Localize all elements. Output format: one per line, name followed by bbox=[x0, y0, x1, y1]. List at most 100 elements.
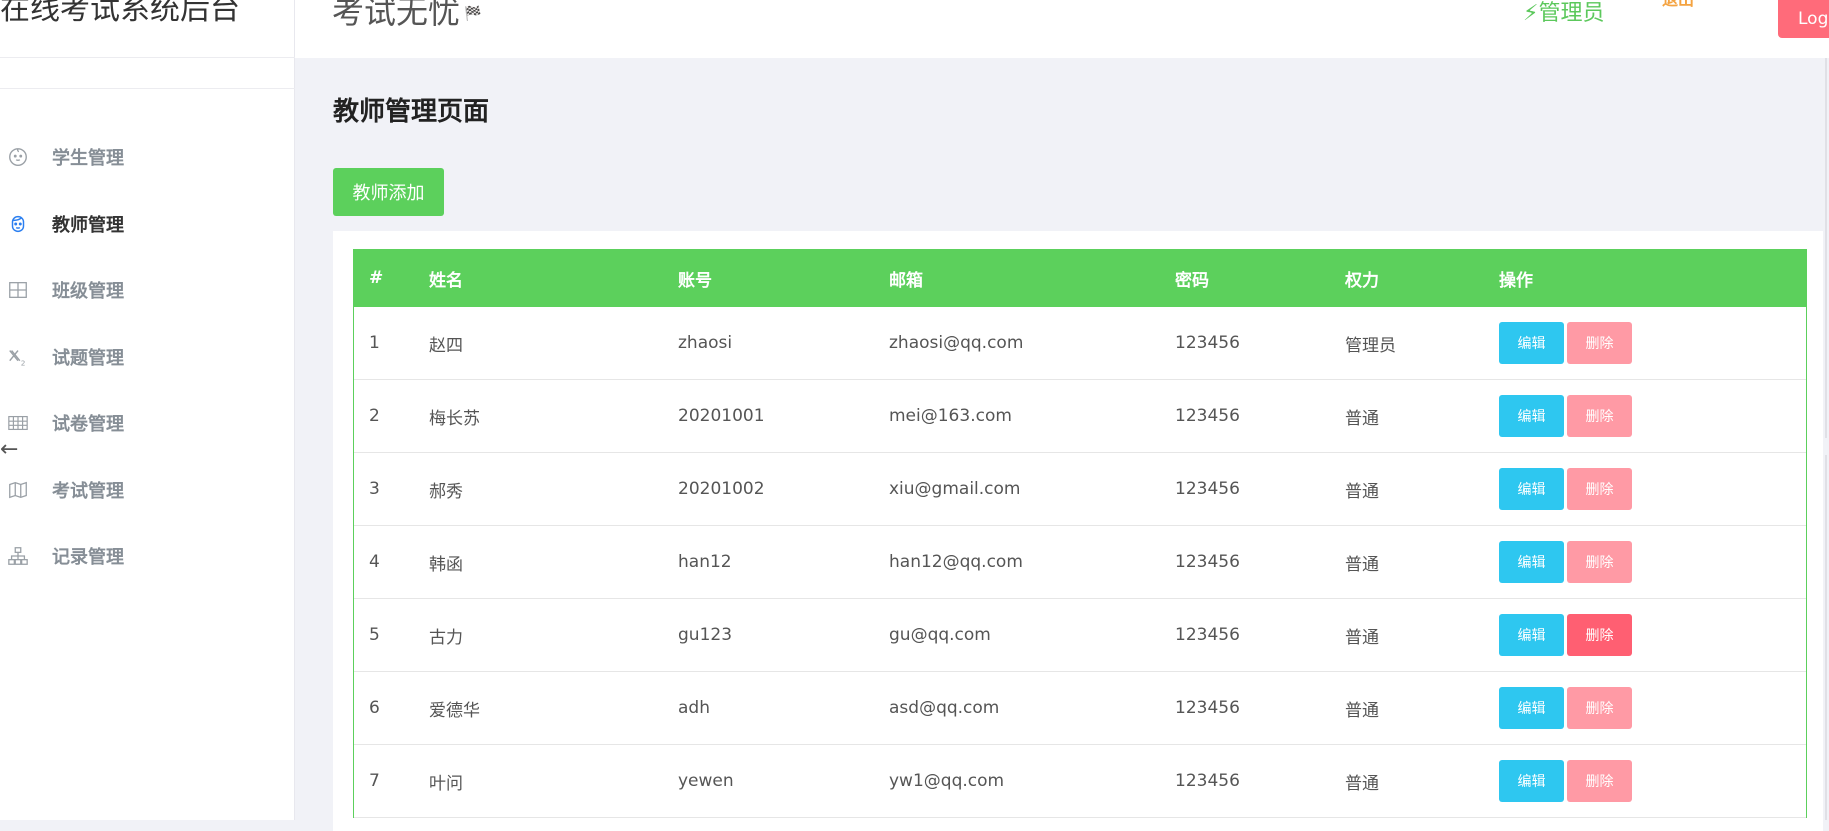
sidebar-item-class[interactable]: 班级管理 bbox=[0, 257, 295, 324]
subscript-icon: 2 bbox=[0, 346, 36, 368]
table-card: # 姓名 账号 邮箱 密码 权力 操作 1 赵四 zhaosi zhaosi@qq.c… bbox=[333, 231, 1823, 831]
header-title-text: 考试无忧 bbox=[332, 0, 461, 31]
table-row: 4 韩函 han12 han12@qq.com 123456 普通 编辑 删除 bbox=[354, 526, 1806, 599]
table-cell: 普通 bbox=[1345, 700, 1379, 721]
table-cell: 普通 bbox=[1345, 408, 1379, 429]
delete-button[interactable]: 删除 bbox=[1567, 760, 1632, 802]
table-cell: 古力 bbox=[429, 627, 463, 648]
sidebar-item-exam[interactable]: 考试管理 bbox=[0, 457, 295, 524]
sidebar-menu: 学生管理 教师管理 班级管理 2 试题管理 试卷管理 考试管理 记录管理 bbox=[0, 124, 295, 590]
row-actions: 编辑 删除 bbox=[1499, 614, 1799, 656]
table-row: 1 赵四 zhaosi zhaosi@qq.com 123456 管理员 编辑 删除 bbox=[354, 307, 1806, 380]
table-cell: gu@qq.com bbox=[889, 625, 991, 645]
sidebar-item-teacher[interactable]: 教师管理 bbox=[0, 191, 295, 258]
sidebar-item-label: 班级管理 bbox=[52, 281, 124, 303]
table-row: 6 爱德华 adh asd@qq.com 123456 普通 编辑 删除 bbox=[354, 672, 1806, 745]
divider bbox=[0, 88, 295, 89]
map-icon bbox=[0, 479, 36, 501]
teacher-table: # 姓名 账号 邮箱 密码 权力 操作 1 赵四 zhaosi zhaosi@qq.c… bbox=[353, 249, 1807, 818]
flag-icon: 🏁 bbox=[464, 6, 482, 22]
sidebar: 在线考试系统后台 学生管理 教师管理 班级管理 2 试题管理 试卷管理 考试管理… bbox=[0, 0, 295, 820]
table-cell: 叶问 bbox=[429, 773, 463, 794]
delete-button[interactable]: 删除 bbox=[1567, 468, 1632, 510]
table-cell: 爱德华 bbox=[429, 700, 480, 721]
table-cell: 普通 bbox=[1345, 627, 1379, 648]
brand-title: 在线考试系统后台 bbox=[0, 0, 240, 27]
grid-icon bbox=[0, 279, 36, 301]
table-cell: yw1@qq.com bbox=[889, 771, 1005, 791]
table-cell: 普通 bbox=[1345, 481, 1379, 502]
baby-face-icon bbox=[0, 146, 36, 168]
table-cell: 6 bbox=[369, 698, 380, 718]
top-header: 考试无忧🏁 ⚡管理员 退出 Logout bbox=[295, 0, 1829, 58]
delete-button[interactable]: 删除 bbox=[1567, 687, 1632, 729]
edit-button[interactable]: 编辑 bbox=[1499, 687, 1564, 729]
table-cell: han12 bbox=[678, 552, 732, 572]
column-header: 操作 bbox=[1499, 270, 1533, 291]
table-header: # 姓名 账号 邮箱 密码 权力 操作 bbox=[354, 249, 1806, 307]
table-cell: mei@163.com bbox=[889, 406, 1012, 426]
edit-button[interactable]: 编辑 bbox=[1499, 395, 1564, 437]
row-actions: 编辑 删除 bbox=[1499, 395, 1799, 437]
table-cell: yewen bbox=[678, 771, 734, 791]
table-cell: 20201002 bbox=[678, 479, 765, 499]
table-cell: 123456 bbox=[1175, 771, 1240, 791]
sidebar-item-paper[interactable]: 试卷管理 bbox=[0, 390, 295, 457]
column-header: 账号 bbox=[678, 270, 712, 291]
table-cell: 1 bbox=[369, 333, 380, 353]
sidebar-item-question[interactable]: 2 试题管理 bbox=[0, 324, 295, 391]
row-actions: 编辑 删除 bbox=[1499, 541, 1799, 583]
table-cell: 郝秀 bbox=[429, 481, 463, 502]
table-cell: 管理员 bbox=[1345, 335, 1396, 356]
row-actions: 编辑 删除 bbox=[1499, 760, 1799, 802]
add-teacher-button[interactable]: 教师添加 bbox=[333, 168, 444, 216]
edit-button[interactable]: 编辑 bbox=[1499, 614, 1564, 656]
role-label[interactable]: ⚡管理员 bbox=[1523, 0, 1604, 28]
row-actions: 编辑 删除 bbox=[1499, 468, 1799, 510]
table-body: 1 赵四 zhaosi zhaosi@qq.com 123456 管理员 编辑 删除 2 梅长苏 2… bbox=[354, 307, 1806, 818]
table-row: 5 古力 gu123 gu@qq.com 123456 普通 编辑 删除 bbox=[354, 599, 1806, 672]
table-cell: 4 bbox=[369, 552, 380, 572]
sidebar-item-student[interactable]: 学生管理 bbox=[0, 124, 295, 191]
table-cell: han12@qq.com bbox=[889, 552, 1023, 572]
table-cell: 123456 bbox=[1175, 698, 1240, 718]
table-cell: zhaosi bbox=[678, 333, 733, 353]
scrollbar[interactable] bbox=[1825, 455, 1827, 820]
scrollbar[interactable] bbox=[1825, 58, 1827, 438]
edit-button[interactable]: 编辑 bbox=[1499, 468, 1564, 510]
table-cell: 2 bbox=[369, 406, 380, 426]
table-cell: 123456 bbox=[1175, 479, 1240, 499]
table-cell: 赵四 bbox=[429, 335, 463, 356]
table-cell: 123456 bbox=[1175, 552, 1240, 572]
delete-button[interactable]: 删除 bbox=[1567, 395, 1632, 437]
exit-link[interactable]: 退出 bbox=[1662, 0, 1694, 10]
table-cell: 123456 bbox=[1175, 333, 1240, 353]
teacher-face-icon bbox=[0, 213, 36, 235]
column-header: 邮箱 bbox=[889, 270, 923, 291]
table-row: 2 梅长苏 20201001 mei@163.com 123456 普通 编辑 删除 bbox=[354, 380, 1806, 453]
collapse-arrow-icon[interactable]: ← bbox=[0, 437, 18, 463]
table-cell: 梅长苏 bbox=[429, 408, 480, 429]
table-cell: 3 bbox=[369, 479, 380, 499]
row-actions: 编辑 删除 bbox=[1499, 322, 1799, 364]
delete-button[interactable]: 删除 bbox=[1567, 541, 1632, 583]
table-cell: 20201001 bbox=[678, 406, 765, 426]
sidebar-item-record[interactable]: 记录管理 bbox=[0, 523, 295, 590]
table-cell: 123456 bbox=[1175, 625, 1240, 645]
delete-button[interactable]: 删除 bbox=[1567, 322, 1632, 364]
table-cell: 韩函 bbox=[429, 554, 463, 575]
table-row: 3 郝秀 20201002 xiu@gmail.com 123456 普通 编辑 删除 bbox=[354, 453, 1806, 526]
edit-button[interactable]: 编辑 bbox=[1499, 322, 1564, 364]
sidebar-item-label: 学生管理 bbox=[52, 148, 124, 170]
edit-button[interactable]: 编辑 bbox=[1499, 541, 1564, 583]
page-title: 教师管理页面 bbox=[333, 97, 490, 127]
table-cell: 7 bbox=[369, 771, 380, 791]
table-row: 7 叶问 yewen yw1@qq.com 123456 普通 编辑 删除 bbox=[354, 745, 1806, 818]
table-cell: xiu@gmail.com bbox=[889, 479, 1021, 499]
logout-button[interactable]: Logout bbox=[1778, 0, 1829, 38]
column-header: 姓名 bbox=[429, 270, 463, 291]
table-cell: adh bbox=[678, 698, 710, 718]
delete-button[interactable]: 删除 bbox=[1567, 614, 1632, 656]
edit-button[interactable]: 编辑 bbox=[1499, 760, 1564, 802]
table-cell: gu123 bbox=[678, 625, 733, 645]
